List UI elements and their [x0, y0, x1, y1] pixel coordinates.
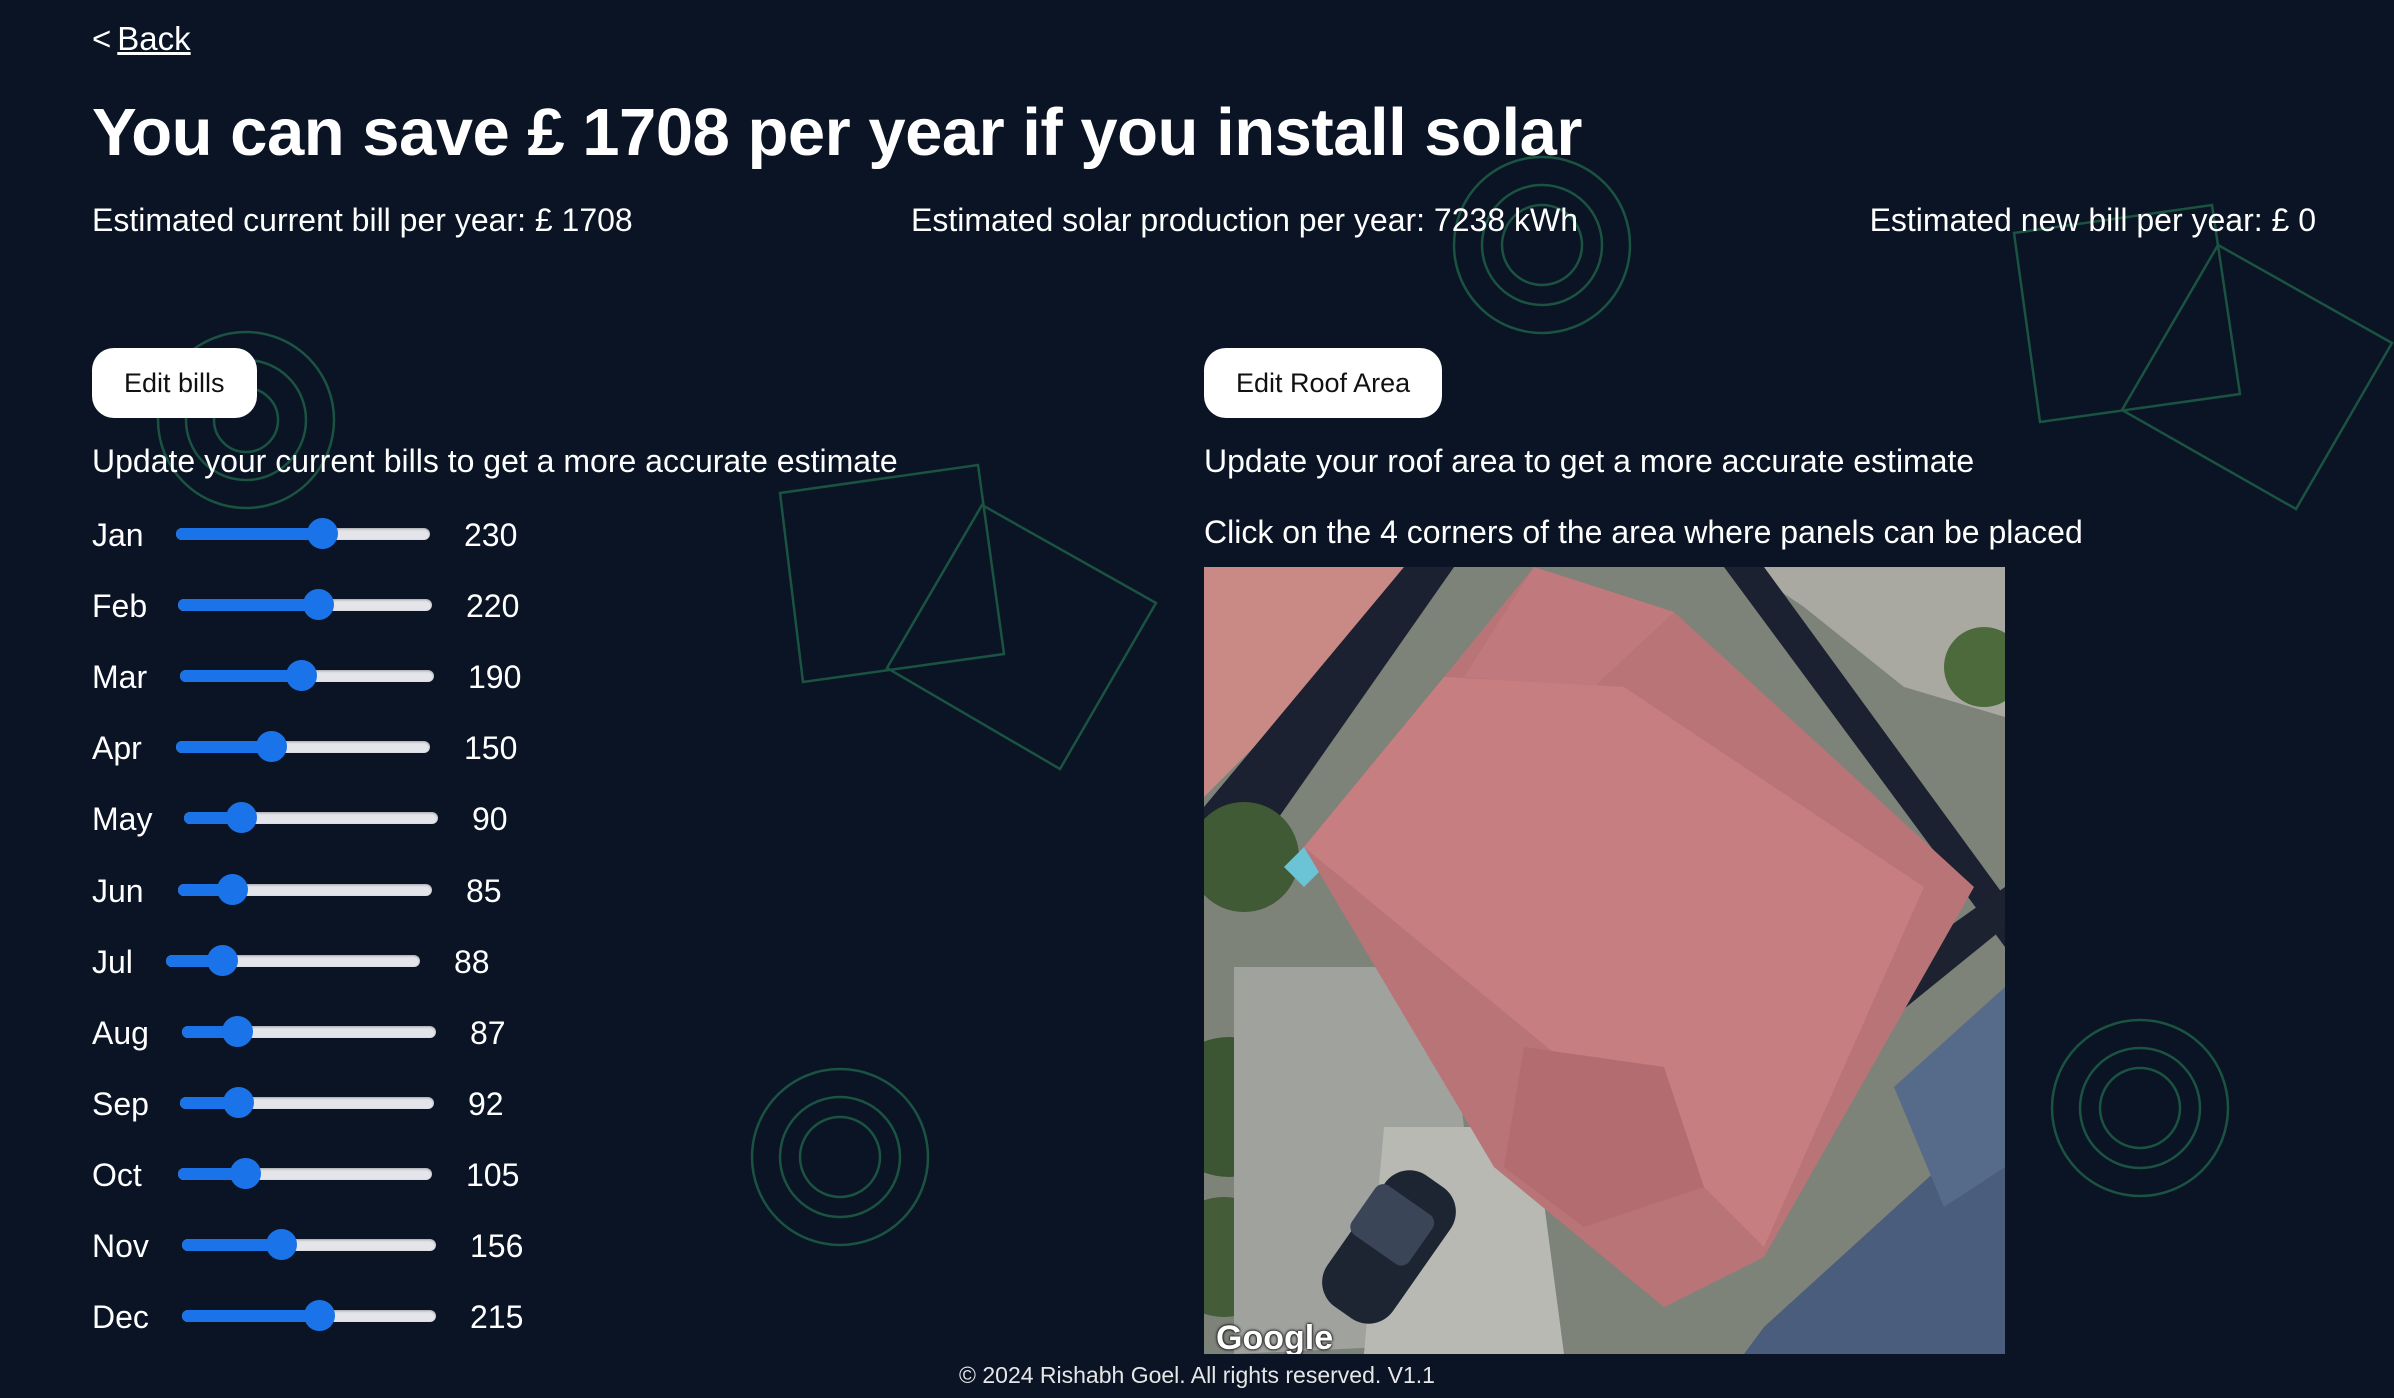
month-row-apr: Apr 150: [92, 718, 612, 778]
slider-thumb[interactable]: [285, 660, 317, 692]
roof-hint: Update your roof area to get a more accu…: [1204, 443, 1975, 479]
month-label: Aug: [92, 1014, 149, 1051]
page-title: You can save £ 1708 per year if you inst…: [92, 95, 1582, 170]
month-label: Jun: [92, 872, 144, 909]
month-label: Feb: [92, 588, 148, 625]
bill-slider-jan[interactable]: [176, 518, 430, 549]
month-value: 150: [464, 730, 518, 767]
new-bill-stat: Estimated new bill per year: £ 0: [1869, 202, 2316, 238]
month-row-aug: Aug 87: [92, 1003, 612, 1063]
month-value: 230: [464, 517, 518, 553]
month-label: Sep: [92, 1085, 149, 1122]
month-value: 87: [470, 1014, 506, 1051]
bill-slider-apr[interactable]: [176, 731, 430, 763]
slider-fill: [178, 599, 318, 612]
month-value: 85: [466, 872, 502, 909]
month-row-dec: Dec 215: [92, 1287, 612, 1347]
back-chevron-icon: <: [92, 20, 112, 57]
month-row-sep: Sep 92: [92, 1074, 612, 1134]
slider-fill: [176, 528, 323, 540]
month-value: 190: [468, 659, 522, 696]
slider-fill: [182, 1310, 319, 1323]
map-attribution: Google: [1216, 1319, 1334, 1354]
month-value: 90: [472, 801, 508, 838]
month-row-jun: Jun 85: [92, 861, 612, 921]
bill-slider-nov[interactable]: [182, 1229, 436, 1260]
month-label: Oct: [92, 1156, 142, 1193]
month-value: 92: [468, 1085, 504, 1122]
month-label: May: [92, 801, 153, 838]
bill-slider-aug[interactable]: [182, 1015, 436, 1047]
bills-hint: Update your current bills to get a more …: [92, 443, 898, 479]
slider-thumb[interactable]: [266, 1229, 298, 1260]
month-value: 105: [466, 1156, 520, 1193]
bill-slider-dec[interactable]: [182, 1300, 436, 1332]
month-row-mar: Mar 190: [92, 647, 612, 707]
slider-thumb[interactable]: [226, 802, 258, 834]
slider-thumb[interactable]: [216, 873, 248, 905]
slider-thumb[interactable]: [302, 589, 334, 621]
back-link[interactable]: Back: [117, 20, 190, 57]
solar-production-stat: Estimated solar production per year: 723…: [911, 202, 1578, 238]
month-value: 156: [470, 1228, 524, 1264]
month-row-may: May 90: [92, 789, 612, 849]
bill-slider-feb[interactable]: [178, 589, 432, 621]
month-label: Mar: [92, 659, 148, 696]
slider-thumb[interactable]: [222, 1015, 254, 1047]
month-label: Jul: [92, 943, 133, 980]
month-row-jul: Jul 88: [92, 932, 612, 992]
slider-thumb[interactable]: [303, 1300, 335, 1332]
month-value: 220: [466, 588, 520, 625]
satellite-image: [1204, 567, 2005, 1354]
bill-slider-mar[interactable]: [180, 660, 434, 692]
month-label: Nov: [92, 1228, 149, 1264]
roof-instruction: Click on the 4 corners of the area where…: [1204, 514, 2083, 550]
satellite-roof-map[interactable]: Google: [1204, 567, 2005, 1354]
month-label: Jan: [92, 517, 144, 553]
month-value: 215: [470, 1299, 524, 1336]
slider-fill: [180, 670, 301, 683]
slider-thumb[interactable]: [206, 944, 238, 976]
month-row-jan: Jan 230: [92, 505, 612, 565]
bill-slider-jul[interactable]: [166, 944, 420, 976]
edit-roof-area-button[interactable]: Edit Roof Area: [1204, 348, 1443, 418]
month-row-nov: Nov 156: [92, 1216, 612, 1276]
current-bill-stat: Estimated current bill per year: £ 1708: [92, 202, 633, 238]
month-row-oct: Oct 105: [92, 1145, 612, 1205]
month-label: Dec: [92, 1299, 149, 1336]
bill-slider-sep[interactable]: [180, 1086, 434, 1118]
slider-thumb[interactable]: [256, 731, 288, 763]
bill-slider-may[interactable]: [184, 802, 438, 834]
bill-slider-oct[interactable]: [178, 1157, 432, 1189]
edit-bills-button[interactable]: Edit bills: [92, 348, 257, 418]
back-link-container: < Back: [92, 20, 191, 58]
month-value: 88: [454, 943, 490, 980]
month-row-feb: Feb 220: [92, 576, 612, 636]
slider-thumb[interactable]: [229, 1157, 261, 1189]
slider-thumb[interactable]: [223, 1086, 255, 1118]
slider-thumb[interactable]: [307, 518, 339, 549]
bill-slider-jun[interactable]: [178, 873, 432, 905]
month-label: Apr: [92, 730, 142, 767]
footer-copyright: © 2024 Rishabh Goel. All rights reserved…: [959, 1362, 1435, 1388]
